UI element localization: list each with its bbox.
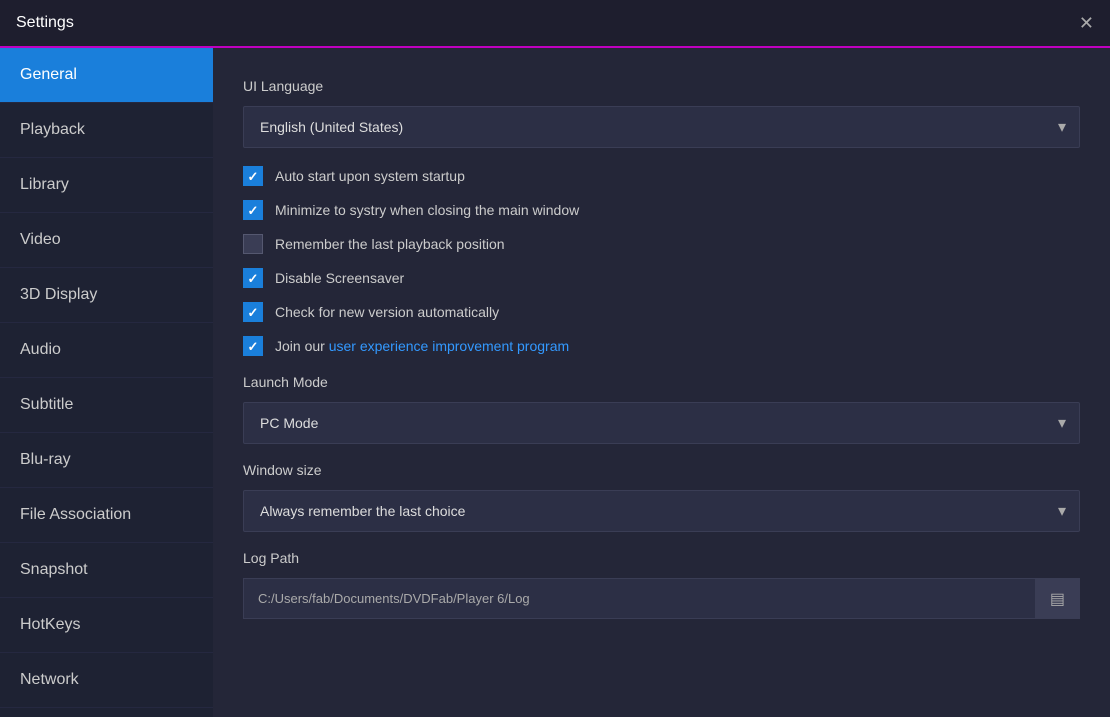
window-size-label: Window size — [243, 462, 1080, 478]
sidebar-item-network[interactable]: Network — [0, 653, 213, 708]
sidebar-item-library[interactable]: Library — [0, 158, 213, 213]
checkbox-label-remember-position: Remember the last playback position — [275, 236, 505, 252]
dialog-title: Settings — [16, 14, 74, 32]
log-path-label: Log Path — [243, 550, 1080, 566]
log-path-browse-button[interactable]: ▤ — [1035, 578, 1080, 619]
sidebar-item-audio[interactable]: Audio — [0, 323, 213, 378]
checkbox-label-minimize-systray: Minimize to systry when closing the main… — [275, 202, 579, 218]
checkbox-row-auto-start: ✓ Auto start upon system startup — [243, 166, 1080, 186]
sidebar-item-snapshot[interactable]: Snapshot — [0, 543, 213, 598]
checkbox-remember-position[interactable] — [243, 234, 263, 254]
sidebar-item-3d-display[interactable]: 3D Display — [0, 268, 213, 323]
checkbox-minimize-systray[interactable]: ✓ — [243, 200, 263, 220]
checkmark-icon: ✓ — [248, 306, 259, 319]
checkbox-label-join-program: Join our user experience improvement pro… — [275, 338, 569, 354]
checkbox-row-minimize-systray: ✓ Minimize to systry when closing the mai… — [243, 200, 1080, 220]
ui-language-select[interactable]: English (United States)Chinese (Simplifi… — [243, 106, 1080, 148]
sidebar-item-file-association[interactable]: File Association — [0, 488, 213, 543]
ui-language-dropdown-wrapper: English (United States)Chinese (Simplifi… — [243, 106, 1080, 148]
checkbox-label-auto-start: Auto start upon system startup — [275, 168, 465, 184]
sidebar: GeneralPlaybackLibraryVideo3D DisplayAud… — [0, 48, 213, 717]
window-size-select[interactable]: Always remember the last choiceFullscree… — [243, 490, 1080, 532]
sidebar-item-hotkeys[interactable]: HotKeys — [0, 598, 213, 653]
sidebar-item-general[interactable]: General — [0, 48, 213, 103]
log-path-input[interactable] — [243, 578, 1035, 619]
checkbox-check-version[interactable]: ✓ — [243, 302, 263, 322]
main-layout: GeneralPlaybackLibraryVideo3D DisplayAud… — [0, 48, 1110, 717]
checkbox-row-check-version: ✓ Check for new version automatically — [243, 302, 1080, 322]
window-size-dropdown-wrapper: Always remember the last choiceFullscree… — [243, 490, 1080, 532]
checkbox-row-remember-position: Remember the last playback position — [243, 234, 1080, 254]
close-button[interactable]: ✕ — [1079, 14, 1094, 32]
ux-program-link[interactable]: user experience improvement program — [329, 338, 569, 354]
launch-mode-dropdown-wrapper: PC ModeTV Mode ▾ — [243, 402, 1080, 444]
sidebar-item-blu-ray[interactable]: Blu-ray — [0, 433, 213, 488]
launch-mode-select[interactable]: PC ModeTV Mode — [243, 402, 1080, 444]
content-area: UI Language English (United States)Chine… — [213, 48, 1110, 717]
checkbox-label-check-version: Check for new version automatically — [275, 304, 499, 320]
sidebar-item-subtitle[interactable]: Subtitle — [0, 378, 213, 433]
sidebar-item-video[interactable]: Video — [0, 213, 213, 268]
log-path-row: ▤ — [243, 578, 1080, 619]
title-bar: Settings ✕ — [0, 0, 1110, 48]
checkbox-label-disable-screensaver: Disable Screensaver — [275, 270, 404, 286]
checkbox-auto-start[interactable]: ✓ — [243, 166, 263, 186]
log-path-section: Log Path ▤ — [243, 550, 1080, 619]
ui-language-label: UI Language — [243, 78, 1080, 94]
checkmark-icon: ✓ — [248, 204, 259, 217]
window-size-section: Window size Always remember the last cho… — [243, 462, 1080, 532]
ui-language-section: UI Language English (United States)Chine… — [243, 78, 1080, 148]
checkbox-disable-screensaver[interactable]: ✓ — [243, 268, 263, 288]
launch-mode-section: Launch Mode PC ModeTV Mode ▾ — [243, 374, 1080, 444]
checkbox-row-join-program: ✓ Join our user experience improvement pr… — [243, 336, 1080, 356]
checkmark-icon: ✓ — [248, 340, 259, 353]
sidebar-item-playback[interactable]: Playback — [0, 103, 213, 158]
checkbox-join-program[interactable]: ✓ — [243, 336, 263, 356]
launch-mode-label: Launch Mode — [243, 374, 1080, 390]
checkmark-icon: ✓ — [248, 272, 259, 285]
checkboxes-group: ✓ Auto start upon system startup ✓ Minimize… — [243, 166, 1080, 356]
folder-icon: ▤ — [1050, 589, 1065, 609]
checkbox-row-disable-screensaver: ✓ Disable Screensaver — [243, 268, 1080, 288]
checkmark-icon: ✓ — [248, 170, 259, 183]
